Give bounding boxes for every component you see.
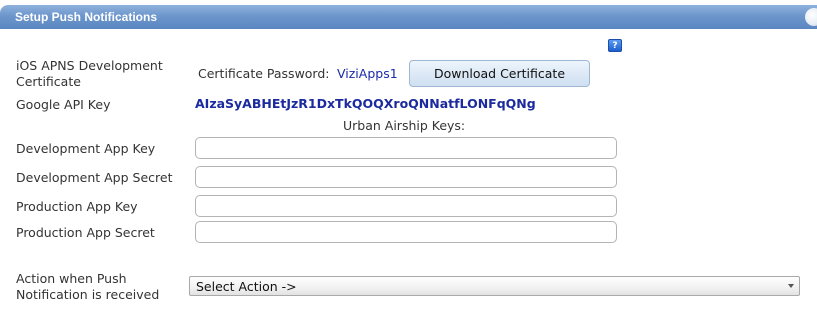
development-app-key-input[interactable] — [195, 137, 617, 159]
ios-cert-label-line2: Certificate — [16, 74, 81, 89]
chevron-down-icon[interactable] — [788, 284, 794, 288]
certificate-password-value: ViziApps1 — [337, 66, 398, 81]
production-app-key-label: Production App Key — [16, 199, 138, 214]
certificate-password-label: Certificate Password: — [198, 66, 330, 81]
production-app-key-input[interactable] — [195, 195, 617, 217]
development-app-secret-label: Development App Secret — [16, 170, 173, 185]
development-app-key-label: Development App Key — [16, 141, 156, 156]
production-app-secret-input[interactable] — [195, 221, 617, 243]
panel-title: Setup Push Notifications — [15, 10, 158, 24]
urban-airship-keys-title: Urban Airship Keys: — [343, 118, 466, 133]
action-label-line1: Action when Push — [16, 271, 127, 286]
ios-cert-label-line1: iOS APNS Development — [16, 58, 163, 73]
google-api-key-value: AIzaSyABHEtJzR1DxTkQOQXroQNNatfLONFqQNg — [195, 96, 536, 111]
production-app-secret-label: Production App Secret — [16, 225, 155, 240]
google-api-key-label: Google API Key — [16, 97, 111, 112]
action-select[interactable]: Select Action -> — [189, 276, 800, 296]
help-icon[interactable]: ? — [608, 39, 622, 52]
action-label-line2: Notification is received — [16, 287, 160, 302]
development-app-secret-input[interactable] — [195, 166, 617, 188]
panel-header: Setup Push Notifications — [0, 5, 817, 29]
action-select-value: Select Action -> — [196, 279, 297, 294]
header-corner-cap — [805, 8, 817, 26]
download-certificate-button[interactable]: Download Certificate — [409, 60, 590, 87]
